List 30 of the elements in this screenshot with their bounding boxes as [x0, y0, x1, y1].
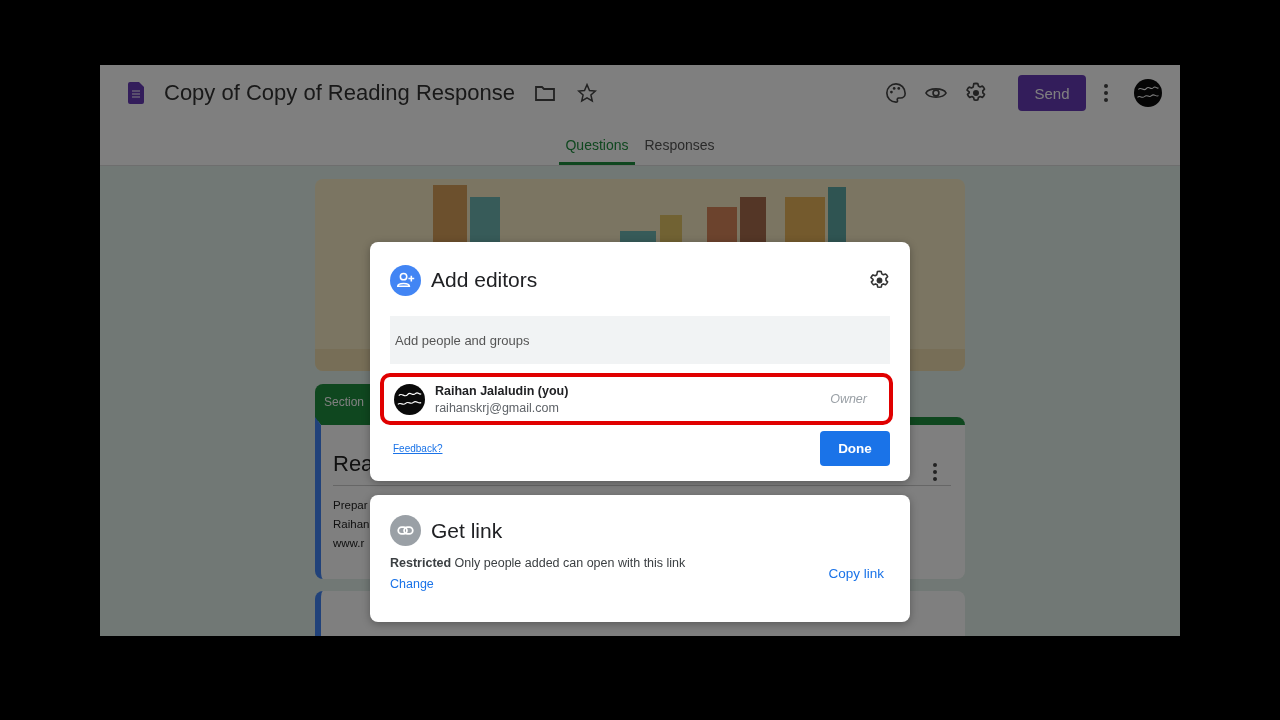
- send-button[interactable]: Send: [1018, 75, 1086, 111]
- star-icon[interactable]: [577, 83, 597, 103]
- tab[interactable]: Responses: [638, 137, 721, 165]
- card-menu-icon[interactable]: [933, 463, 937, 481]
- dialog-title: Add editors: [431, 268, 538, 292]
- form-description-line: Raihan: [333, 517, 370, 532]
- add-people-field[interactable]: Add people and groups: [390, 316, 890, 364]
- form-description-line: Prepar: [333, 498, 368, 513]
- preview-eye-icon[interactable]: [925, 85, 947, 101]
- form-description-line: www.r: [333, 536, 365, 551]
- change-link[interactable]: Change: [390, 577, 434, 591]
- form-document-icon[interactable]: [128, 82, 144, 104]
- done-button[interactable]: Done: [820, 431, 890, 466]
- settings-icon[interactable]: [869, 269, 890, 291]
- profile-avatar: [1134, 79, 1162, 107]
- palette-icon[interactable]: [885, 82, 907, 104]
- person-email: raihanskrj@gmail.com: [435, 400, 560, 415]
- folder-icon[interactable]: [535, 85, 555, 101]
- role-label: Owner: [830, 392, 867, 406]
- dialog-title: Get link: [431, 518, 503, 543]
- access-description: Restricted Only people added can open with this link: [390, 556, 687, 570]
- copy-link-button[interactable]: Copy link: [828, 566, 884, 581]
- feedback-link[interactable]: Feedback?: [393, 443, 443, 454]
- link-icon: [390, 515, 421, 546]
- person-name: Raihan Jalaludin (you): [435, 383, 569, 398]
- tab[interactable]: Questions: [559, 137, 635, 165]
- add-person-icon: [390, 264, 421, 296]
- more-menu-icon[interactable]: [1104, 84, 1108, 102]
- user-avatar: [394, 383, 425, 415]
- document-title[interactable]: Copy of Copy of Reading Response: [164, 80, 515, 106]
